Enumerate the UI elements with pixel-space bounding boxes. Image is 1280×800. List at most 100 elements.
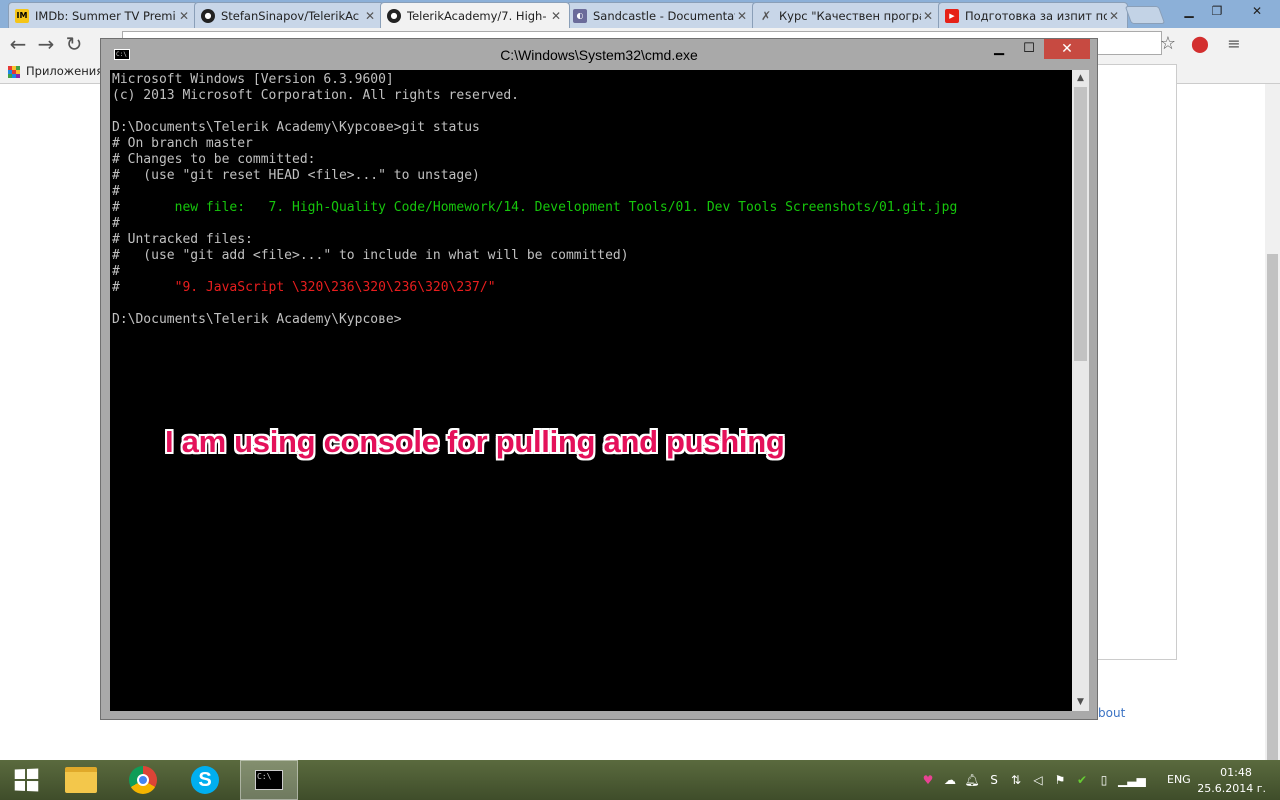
cmd-icon: C:\ [255,770,283,790]
background-panel [1097,64,1177,660]
network-icon[interactable]: ▁▃▅ [1118,772,1146,788]
folder-icon [65,767,97,793]
console-scrollbar[interactable]: ▲ ▼ [1072,70,1089,711]
about-link[interactable]: bout [1098,706,1125,720]
browser-tabstrip: IM IMDb: Summer TV Premi ✕ ● StefanSinap… [0,0,1280,28]
tab-label: Sandcastle - Documentat [593,8,735,23]
close-icon[interactable]: ✕ [735,9,749,23]
console-line-text: (c) 2013 Microsoft Corporation. All righ… [112,88,519,103]
flag-icon[interactable]: ⚑ [1052,772,1068,788]
console-line-text: D:\Documents\Telerik Academy\Курсове>git… [112,120,480,135]
reload-icon[interactable]: ↻ [62,32,86,56]
maximize-icon[interactable]: ☐ [1014,39,1044,59]
console-line: # (use "git reset HEAD <file>..." to uns… [112,168,957,184]
console-line: D:\Documents\Telerik Academy\Курсове> [112,312,957,328]
sync-icon[interactable]: ⇅ [1008,772,1024,788]
minimize-icon[interactable]: ▁ [1176,2,1202,20]
taskbar-chrome[interactable] [114,760,172,800]
notification-bell-icon[interactable]: 🔔︎ [964,772,980,788]
taskbar-cmd[interactable]: C:\ [240,760,298,800]
imdb-icon: IM [15,8,29,23]
console-line-prefix: # [112,280,175,295]
tab-label: IMDb: Summer TV Premi [35,8,176,23]
clock-date[interactable]: 25.6.2014 г. [1196,782,1266,795]
tab-sandcastle[interactable]: ◐ Sandcastle - Documentat ✕ [566,2,756,28]
cmd-titlebar[interactable]: C:\ C:\Windows\System32\cmd.exe ▁ ☐ ✕ [101,39,1097,69]
system-tray: ♥ ☁ 🔔︎ S ⇅ ◁ ⚑ ✔ ▯ ▁▃▅ [920,770,1146,790]
console-line-text: # [112,184,120,199]
forward-arrow-icon[interactable]: → [34,32,58,56]
apps-icon[interactable] [8,66,20,78]
console-line-text: D:\Documents\Telerik Academy\Курсове> [112,312,402,327]
console-line-text: # [112,216,120,231]
console-text: Microsoft Windows [Version 6.3.9600] (c) … [112,72,957,328]
console-line: # [112,184,957,200]
close-icon[interactable]: ✕ [549,9,563,23]
console-line: Microsoft Windows [Version 6.3.9600] [112,72,957,88]
tab-github-telerik[interactable]: ● TelerikAcademy/7. High- ✕ [380,2,570,28]
close-icon[interactable]: ✕ [177,9,191,23]
clock-time[interactable]: 01:48 [1206,766,1266,779]
console-line: # [112,264,957,280]
console-line: # On branch master [112,136,957,152]
close-icon[interactable]: ✕ [921,9,935,23]
tab-imdb[interactable]: IM IMDb: Summer TV Premi ✕ [8,2,198,28]
battery-icon[interactable]: ▯ [1096,772,1112,788]
telerik-icon: ✗ [760,8,772,23]
youtube-icon: ▶ [945,8,959,23]
codeplex-icon: ◐ [573,8,587,23]
menu-icon[interactable]: ≡ [1222,32,1246,56]
tab-label: StefanSinapov/TelerikAc [221,8,360,23]
close-icon[interactable]: ✕ [363,9,377,23]
console-line: # (use "git add <file>..." to include in… [112,248,957,264]
tab-youtube[interactable]: ▶ Подготовка за изпит по ✕ [938,2,1128,28]
console-line-text: # Untracked files: [112,232,253,247]
start-button[interactable] [0,760,52,800]
console-line-text: # [112,264,120,279]
new-tab-button[interactable] [1124,6,1166,24]
star-icon[interactable]: ☆ [1156,32,1180,56]
minimize-icon[interactable]: ▁ [984,39,1014,59]
scrollbar-thumb[interactable] [1074,87,1087,361]
cmd-window: C:\ C:\Windows\System32\cmd.exe ▁ ☐ ✕ Mi… [100,38,1098,720]
console-line-text: # Changes to be committed: [112,152,316,167]
scroll-down-arrow-icon[interactable]: ▼ [1072,694,1089,711]
tab-telerik-course[interactable]: ✗ Курс "Качествен програ ✕ [752,2,942,28]
console-line-text: Microsoft Windows [Version 6.3.9600] [112,72,394,87]
close-icon[interactable]: ✕ [1240,2,1274,20]
tab-github-stefan[interactable]: ● StefanSinapov/TelerikAc ✕ [194,2,384,28]
skype-icon: S [191,766,219,794]
taskbar-file-explorer[interactable] [52,760,110,800]
tab-label: TelerikAcademy/7. High- [407,8,547,23]
cloud-icon[interactable]: ☁ [942,772,958,788]
console-line: # [112,216,957,232]
console-line: # "9. JavaScript \320\236\320\236\320\23… [112,280,957,296]
adblock-icon[interactable]: ⬤ [1188,32,1212,56]
console-output[interactable]: Microsoft Windows [Version 6.3.9600] (c) … [110,70,1072,711]
close-icon[interactable]: ✕ [1044,39,1090,59]
scroll-up-arrow-icon[interactable]: ▲ [1072,70,1089,87]
window-title: C:\Windows\System32\cmd.exe [500,47,698,63]
maximize-icon[interactable]: ❐ [1204,2,1230,20]
page-scrollbar-thumb[interactable] [1267,254,1278,760]
console-line: # new file: 7. High-Quality Code/Homewor… [112,200,957,216]
console-line: (c) 2013 Microsoft Corporation. All righ… [112,88,957,104]
console-line-text: # On branch master [112,136,253,151]
windows-logo-icon [14,768,39,792]
back-arrow-icon[interactable]: ← [6,32,30,56]
close-icon[interactable]: ✕ [1107,9,1121,23]
volume-icon[interactable]: ◁ [1030,772,1046,788]
language-indicator[interactable]: ENG [1167,773,1191,786]
github-icon: ● [387,8,401,23]
skype-tray-icon[interactable]: S [986,772,1002,788]
taskbar-skype[interactable]: S [176,760,234,800]
console-line-text: new file: 7. High-Quality Code/Homework/… [174,200,958,215]
console-line-text: # (use "git reset HEAD <file>..." to uns… [112,168,480,183]
bookmark-apps[interactable]: Приложения [26,64,103,78]
tray-app-icon[interactable]: ♥ [920,772,936,788]
security-icon[interactable]: ✔ [1074,772,1090,788]
console-line: # Untracked files: [112,232,957,248]
console-line: D:\Documents\Telerik Academy\Курсове>git… [112,120,957,136]
